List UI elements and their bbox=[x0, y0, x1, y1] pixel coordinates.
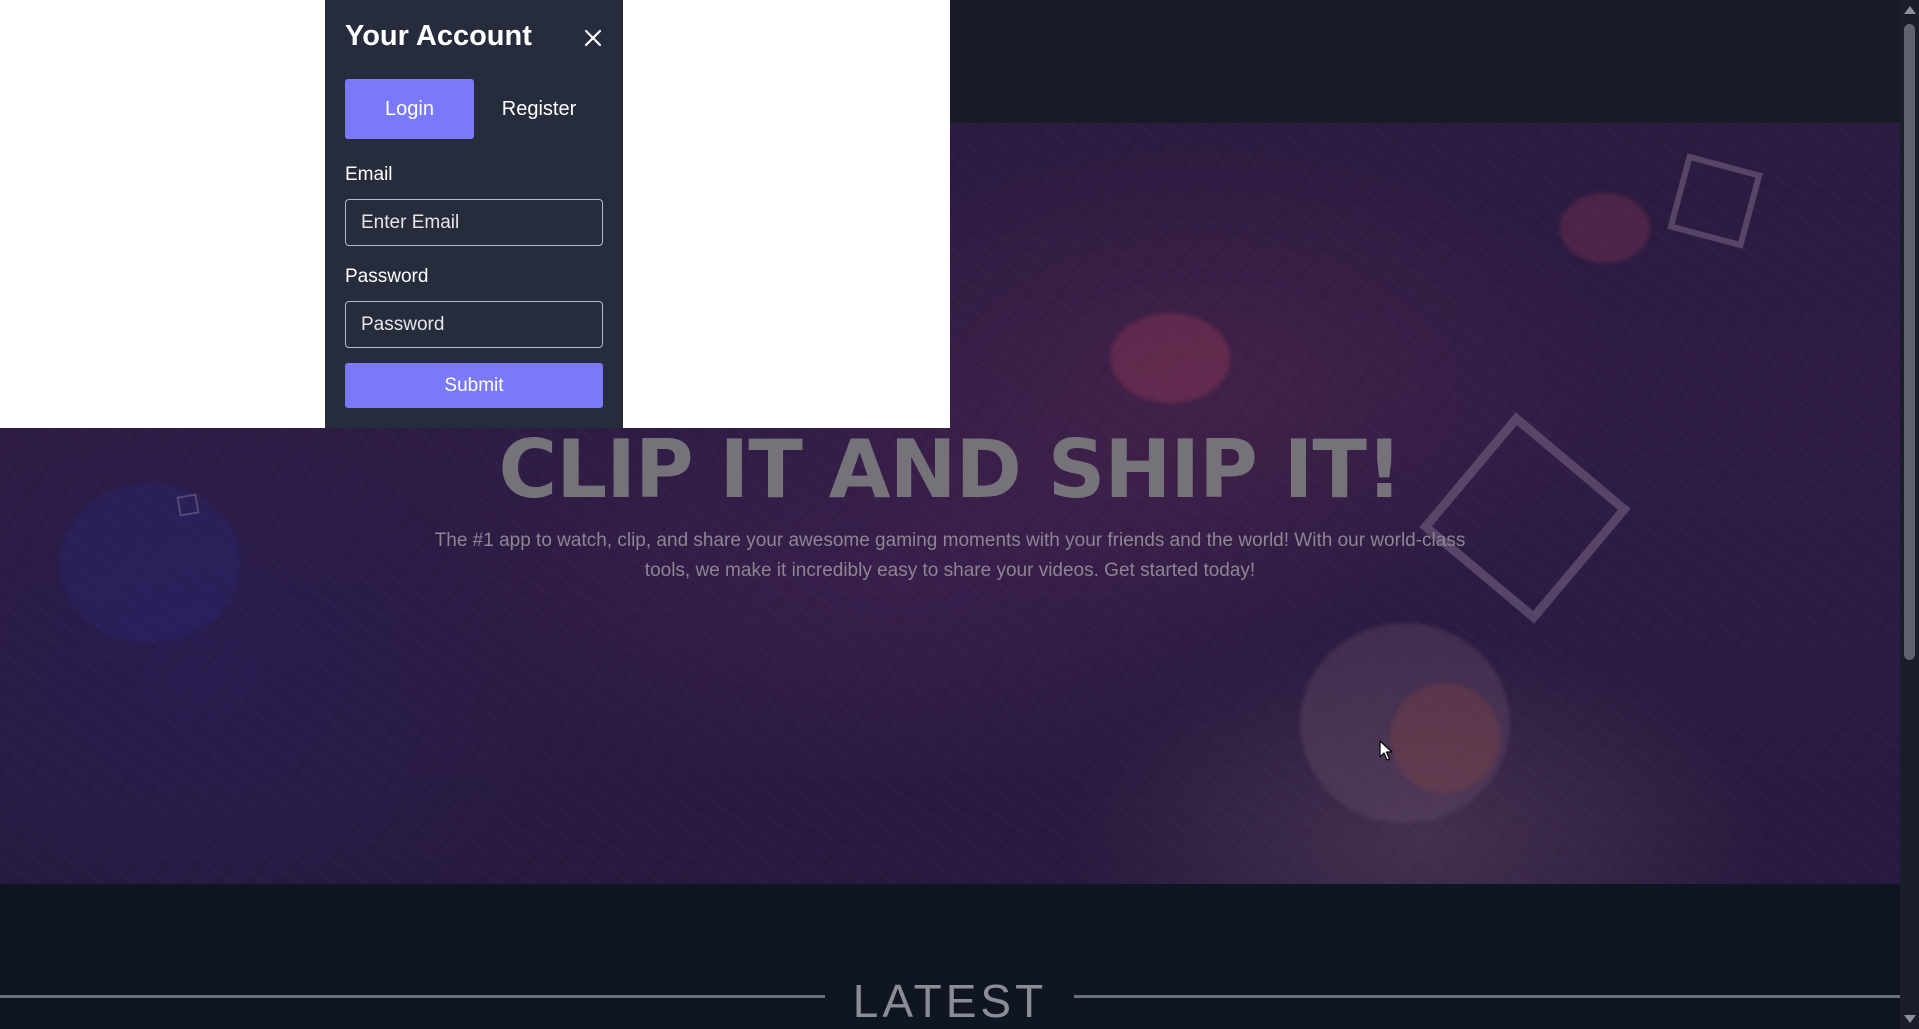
latest-heading: LATEST bbox=[852, 975, 1048, 1027]
tab-login[interactable]: Login bbox=[345, 79, 474, 139]
hero-shape bbox=[1110, 313, 1230, 403]
scroll-down-icon[interactable] bbox=[1904, 1015, 1916, 1023]
latest-section: LATEST bbox=[0, 884, 1900, 1029]
close-icon[interactable] bbox=[583, 28, 603, 48]
hero-subtitle: The #1 app to watch, clip, and share you… bbox=[434, 530, 1466, 581]
password-field[interactable] bbox=[345, 301, 603, 348]
email-label: Email bbox=[345, 164, 393, 185]
hero-shape bbox=[1390, 683, 1500, 793]
scrollbar[interactable] bbox=[1900, 0, 1919, 1029]
scroll-up-icon[interactable] bbox=[1904, 6, 1916, 14]
scroll-thumb[interactable] bbox=[1904, 24, 1915, 660]
tab-register[interactable]: Register bbox=[474, 79, 604, 139]
email-field[interactable] bbox=[345, 199, 603, 246]
hero-title: CLIP IT AND SHIP IT! bbox=[498, 423, 1403, 516]
hero-shape bbox=[1560, 193, 1650, 263]
account-modal: Your Account Login Register Email Passwo… bbox=[325, 0, 623, 428]
submit-button[interactable]: Submit bbox=[345, 363, 603, 408]
mouse-cursor-icon bbox=[1379, 740, 1393, 767]
page: CLIP IT AND SHIP IT! The #1 app to watch… bbox=[0, 0, 1919, 1029]
password-label: Password bbox=[345, 266, 429, 287]
modal-title: Your Account bbox=[345, 20, 532, 52]
